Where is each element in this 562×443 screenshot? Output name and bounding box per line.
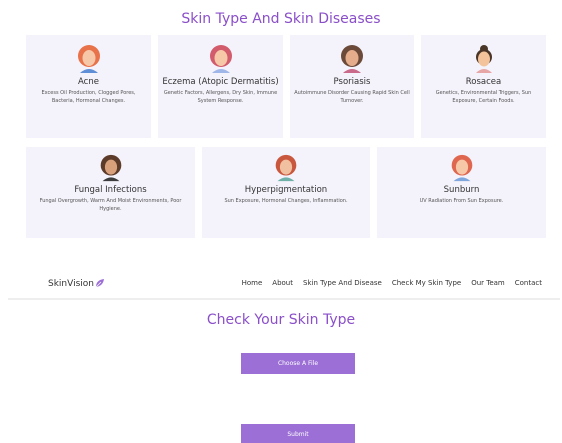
disease-card-eczema: Eczema (Atopic Dermatitis) Genetic Facto…	[158, 35, 283, 138]
card-description: Excess Oil Production, Clogged Pores, Ba…	[41, 90, 136, 104]
disease-card-fungal-infections: Fungal Infections Fungal Overgrowth, War…	[26, 147, 195, 238]
brand-name: SkinVision	[48, 279, 94, 289]
disease-card-hyperpigmentation: Hyperpigmentation Sun Exposure, Hormonal…	[202, 147, 370, 238]
fungal-infections-avatar-icon	[100, 154, 121, 182]
disease-card-rosacea: Rosacea Genetics, Environmental Triggers…	[421, 35, 546, 138]
card-name: Fungal Infections	[74, 185, 147, 195]
nav-link-our-team[interactable]: Our Team	[471, 279, 505, 287]
card-name: Acne	[78, 77, 99, 87]
card-description: Fungal Overgrowth, Warm And Moist Enviro…	[39, 198, 182, 212]
sunburn-avatar-icon	[451, 154, 472, 182]
nav-link-check-my-skin-type[interactable]: Check My Skin Type	[392, 279, 461, 287]
card-description: UV Radiation From Sun Exposure.	[419, 198, 504, 204]
nav-link-about[interactable]: About	[272, 279, 293, 287]
disease-card-sunburn: Sunburn UV Radiation From Sun Exposure.	[377, 147, 546, 238]
rosacea-avatar-icon	[475, 45, 492, 73]
eczema-avatar-icon	[209, 45, 232, 73]
nav-link-home[interactable]: Home	[242, 279, 263, 287]
disease-card-psoriasis: Psoriasis Autoimmune Disorder Causing Ra…	[290, 35, 414, 138]
card-description: Genetics, Environmental Triggers, Sun Ex…	[435, 90, 532, 104]
nav-links: Home About Skin Type And Disease Check M…	[242, 279, 542, 287]
hyperpigmentation-avatar-icon	[275, 154, 297, 182]
diseases-section-title: Skin Type And Skin Diseases	[181, 11, 381, 27]
disease-card-acne: Acne Excess Oil Production, Clogged Pore…	[26, 35, 151, 138]
card-description: Autoimmune Disorder Causing Rapid Skin C…	[294, 90, 410, 104]
choose-file-button[interactable]: Choose A File	[241, 353, 355, 374]
card-name: Sunburn	[443, 185, 480, 195]
check-skin-type-title: Check Your Skin Type	[206, 312, 356, 328]
navbar: SkinVision Home About Skin Type And Dise…	[8, 270, 560, 300]
brand-logo[interactable]: SkinVision	[48, 278, 105, 289]
psoriasis-avatar-icon	[341, 45, 363, 73]
submit-button[interactable]: Submit	[241, 424, 355, 443]
card-description: Sun Exposure, Hormonal Changes, Inflamma…	[224, 198, 348, 204]
card-name: Rosacea	[465, 77, 502, 87]
card-name: Psoriasis	[333, 77, 371, 87]
card-name: Eczema (Atopic Dermatitis)	[162, 77, 279, 87]
nav-link-skin-type-and-disease[interactable]: Skin Type And Disease	[303, 279, 382, 287]
nav-link-contact[interactable]: Contact	[515, 279, 542, 287]
card-description: Genetic Factors, Allergens, Dry Skin, Im…	[163, 90, 278, 104]
leaf-icon	[95, 279, 104, 288]
card-name: Hyperpigmentation	[244, 185, 328, 195]
acne-avatar-icon	[77, 45, 100, 73]
